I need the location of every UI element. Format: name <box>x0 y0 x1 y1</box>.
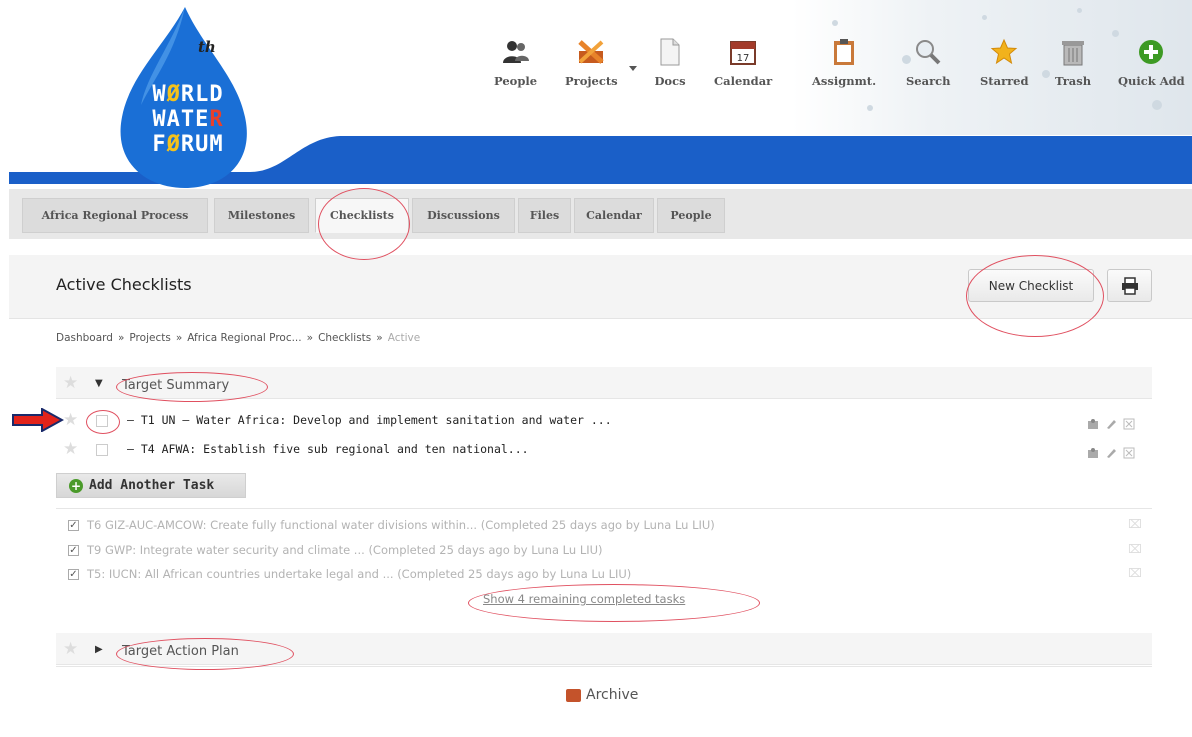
annotation-circle <box>116 372 268 402</box>
delete-icon[interactable]: ⌧ <box>1128 518 1142 530</box>
archive-icon <box>566 688 581 702</box>
breadcrumb-projects[interactable]: Projects <box>129 332 170 344</box>
tab-files[interactable]: Files <box>518 198 571 233</box>
logo-superscript: th <box>198 38 216 56</box>
tab-milestones[interactable]: Milestones <box>214 198 309 233</box>
annotation-circle <box>468 584 760 622</box>
completed-task: ✓ T9 GWP: Integrate water security and c… <box>68 543 603 557</box>
nav-trash[interactable]: Trash <box>1055 36 1091 88</box>
annotation-circle <box>966 255 1104 337</box>
breadcrumb: Dashboard» Projects» Africa Regional Proc.… <box>56 332 421 344</box>
breadcrumb-checklists[interactable]: Checklists <box>318 332 371 344</box>
task-checkbox[interactable] <box>96 444 108 456</box>
annotation-circle <box>116 638 294 670</box>
trash-icon <box>1057 36 1089 68</box>
completed-checkbox[interactable]: ✓ <box>68 519 79 531</box>
nav-starred[interactable]: Starred <box>980 36 1029 88</box>
completed-task: ✓ T5: IUCN: All African countries undert… <box>68 567 632 581</box>
task-star-icon[interactable]: ★ <box>63 412 78 429</box>
nav-projects[interactable]: Projects <box>565 36 618 88</box>
edit-icon[interactable] <box>1105 415 1117 429</box>
edit-icon[interactable] <box>1105 444 1117 458</box>
delete-icon[interactable] <box>1123 444 1135 459</box>
divider <box>56 508 1152 509</box>
assign-icon[interactable] <box>1087 444 1099 458</box>
completed-checkbox[interactable]: ✓ <box>68 544 79 556</box>
projects-dropdown-caret[interactable] <box>629 66 637 71</box>
task-actions <box>1087 415 1135 430</box>
print-button[interactable] <box>1107 269 1152 302</box>
plus-icon <box>1135 36 1167 68</box>
assign-icon[interactable] <box>1087 415 1099 429</box>
annotation-circle <box>318 188 410 260</box>
delete-icon[interactable]: ⌧ <box>1128 567 1142 579</box>
star-icon <box>988 36 1020 68</box>
tab-discussions[interactable]: Discussions <box>412 198 515 233</box>
section-star-icon[interactable]: ★ <box>63 641 78 658</box>
app-page: WØRLD WATER FØRUM th People Projects Doc… <box>0 0 1192 737</box>
annotation-arrow-icon <box>12 408 64 432</box>
nav-quick-add[interactable]: Quick Add <box>1118 36 1185 88</box>
tab-africa-regional-process[interactable]: Africa Regional Process <box>22 198 208 233</box>
add-another-task-button[interactable]: + Add Another Task <box>56 473 246 498</box>
tab-people[interactable]: People <box>657 198 725 233</box>
breadcrumb-dashboard[interactable]: Dashboard <box>56 332 113 344</box>
task-item[interactable]: – T4 AFWA: Establish five sub regional a… <box>127 442 529 456</box>
breadcrumb-current: Active <box>387 332 421 344</box>
header: WØRLD WATER FØRUM th People Projects Doc… <box>0 0 1192 190</box>
nav-calendar[interactable]: 17 Calendar <box>714 36 772 88</box>
archive-link[interactable]: Archive <box>566 687 638 703</box>
project-tab-bar: Africa Regional Process Milestones Check… <box>9 189 1192 239</box>
collapse-triangle-icon[interactable]: ▶ <box>95 644 103 655</box>
task-star-icon[interactable]: ★ <box>63 441 78 458</box>
delete-icon[interactable] <box>1123 415 1135 430</box>
nav-assignments[interactable]: Assignmt. <box>812 36 876 88</box>
breadcrumb-project[interactable]: Africa Regional Proc... <box>187 332 301 344</box>
projects-icon <box>575 36 607 68</box>
expand-triangle-icon[interactable]: ▼ <box>95 378 103 389</box>
logo-text: WØRLD WATER FØRUM <box>152 82 224 157</box>
calendar-icon: 17 <box>727 36 759 68</box>
delete-icon[interactable]: ⌧ <box>1128 543 1142 555</box>
tab-calendar[interactable]: Calendar <box>574 198 654 233</box>
add-icon: + <box>69 478 83 493</box>
completed-checkbox[interactable]: ✓ <box>68 568 79 580</box>
task-actions <box>1087 444 1135 459</box>
nav-search[interactable]: Search <box>906 36 951 88</box>
search-icon <box>912 36 944 68</box>
clipboard-icon <box>828 36 860 68</box>
svg-text:17: 17 <box>737 53 750 64</box>
printer-icon <box>1121 276 1138 295</box>
task-item[interactable]: – T1 UN – Water Africa: Develop and impl… <box>127 413 612 427</box>
annotation-circle <box>86 410 120 434</box>
completed-task: ✓ T6 GIZ-AUC-AMCOW: Create fully functio… <box>68 518 715 532</box>
nav-people[interactable]: People <box>494 36 537 88</box>
page-title: Active Checklists <box>56 275 192 294</box>
nav-docs[interactable]: Docs <box>654 36 686 88</box>
people-icon <box>500 36 532 68</box>
section-star-icon[interactable]: ★ <box>63 375 78 392</box>
docs-icon <box>654 36 686 68</box>
